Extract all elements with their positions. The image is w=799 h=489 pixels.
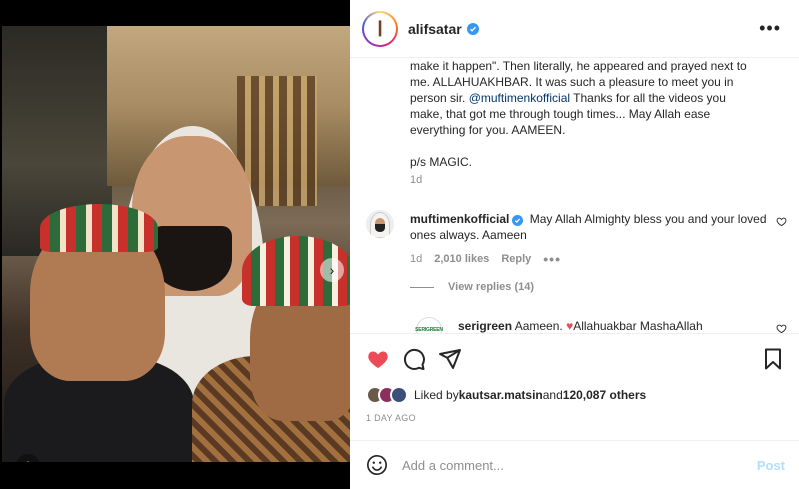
- add-comment-bar: Post: [350, 440, 799, 489]
- liker-avatar: [390, 386, 408, 404]
- commenter-avatar[interactable]: SERIGREEN: [415, 317, 443, 333]
- comment-serigreen: serigreen Aameen. ♥Allahuakbar MashaAlla…: [458, 318, 758, 333]
- caption-line: make, that got me through tough times...…: [410, 107, 711, 121]
- liker-avatars[interactable]: [366, 386, 408, 404]
- liked-by-row: Liked by kautsar.matsin and 120,087 othe…: [366, 385, 646, 405]
- liked-by-user-link[interactable]: kautsar.matsin: [459, 388, 543, 402]
- comment-text: Allahuakbar MashaAllah: [573, 319, 703, 333]
- view-replies-button[interactable]: View replies (14): [410, 281, 534, 293]
- comment-input[interactable]: [402, 457, 732, 473]
- comment-like-heart-icon[interactable]: [776, 216, 787, 227]
- caption-line: person sir. @muftimenkofficial Thanks fo…: [410, 91, 726, 105]
- action-bar: [350, 335, 799, 381]
- post-comment-button[interactable]: Post: [757, 458, 785, 473]
- verified-badge-icon: [512, 215, 524, 226]
- liked-by-middle: and: [542, 388, 563, 402]
- comments-section[interactable]: make it happen". Then literally, he appe…: [350, 58, 799, 334]
- comment-username[interactable]: muftimenkofficial: [410, 212, 509, 226]
- author-avatar[interactable]: ا: [362, 10, 398, 47]
- comment-bubble-icon[interactable]: [402, 347, 426, 371]
- post-caption: make it happen". Then literally, he appe…: [410, 58, 780, 170]
- caption-time: 1d: [410, 174, 423, 186]
- caption-line: make it happen". Then literally, he appe…: [410, 59, 747, 73]
- author-avatar-glyph: ا: [377, 16, 383, 41]
- like-heart-icon[interactable]: [366, 347, 390, 371]
- verified-badge-icon: [466, 22, 479, 35]
- comment-muftimenk: muftimenkofficial May Allah Almighty ble…: [410, 211, 770, 243]
- comment-time: 1d: [410, 253, 423, 265]
- next-photo-chevron-icon[interactable]: ›: [320, 258, 344, 282]
- comment-meta: 1d 2,010 likes Reply •••: [410, 251, 561, 267]
- caption-line: me. ALLAHUAKHBAR. It was such a pleasure…: [410, 75, 734, 89]
- share-paper-plane-icon[interactable]: [438, 347, 462, 371]
- post-modal: › ا alifsatar ••• make it happen". Then …: [0, 0, 799, 489]
- reply-button[interactable]: Reply: [501, 253, 531, 265]
- view-replies-divider: [410, 286, 434, 288]
- save-bookmark-icon[interactable]: [761, 347, 785, 371]
- post-photo[interactable]: ›: [2, 26, 350, 462]
- view-replies-label: View replies (14): [448, 281, 535, 293]
- commenter-avatar[interactable]: [366, 210, 394, 238]
- post-side-panel: ا alifsatar ••• make it happen". Then li…: [350, 0, 799, 489]
- comment-text: Aameen.: [514, 319, 567, 333]
- comment-likes-count[interactable]: 2,010 likes: [434, 253, 489, 265]
- caption-ps: p/s MAGIC.: [410, 155, 473, 169]
- liked-by-others-link[interactable]: 120,087 others: [563, 388, 646, 402]
- serigreen-logo: SERIGREEN: [415, 327, 443, 333]
- mention-link[interactable]: @muftimenkofficial: [469, 91, 570, 105]
- comment-options-icon[interactable]: •••: [543, 251, 561, 267]
- liked-by-prefix: Liked by: [414, 388, 459, 402]
- post-date[interactable]: 1 DAY AGO: [366, 413, 416, 423]
- caption-line: everything for you. AAMEEN.: [410, 123, 566, 137]
- comment-like-heart-icon[interactable]: [776, 323, 787, 334]
- emoji-smiley-icon[interactable]: [366, 454, 388, 476]
- photo-person-left-cap: [40, 204, 158, 252]
- more-options-icon[interactable]: •••: [759, 18, 781, 39]
- author-username[interactable]: alifsatar: [408, 21, 462, 37]
- comment-username[interactable]: serigreen: [458, 319, 512, 333]
- post-header: ا alifsatar •••: [350, 0, 799, 58]
